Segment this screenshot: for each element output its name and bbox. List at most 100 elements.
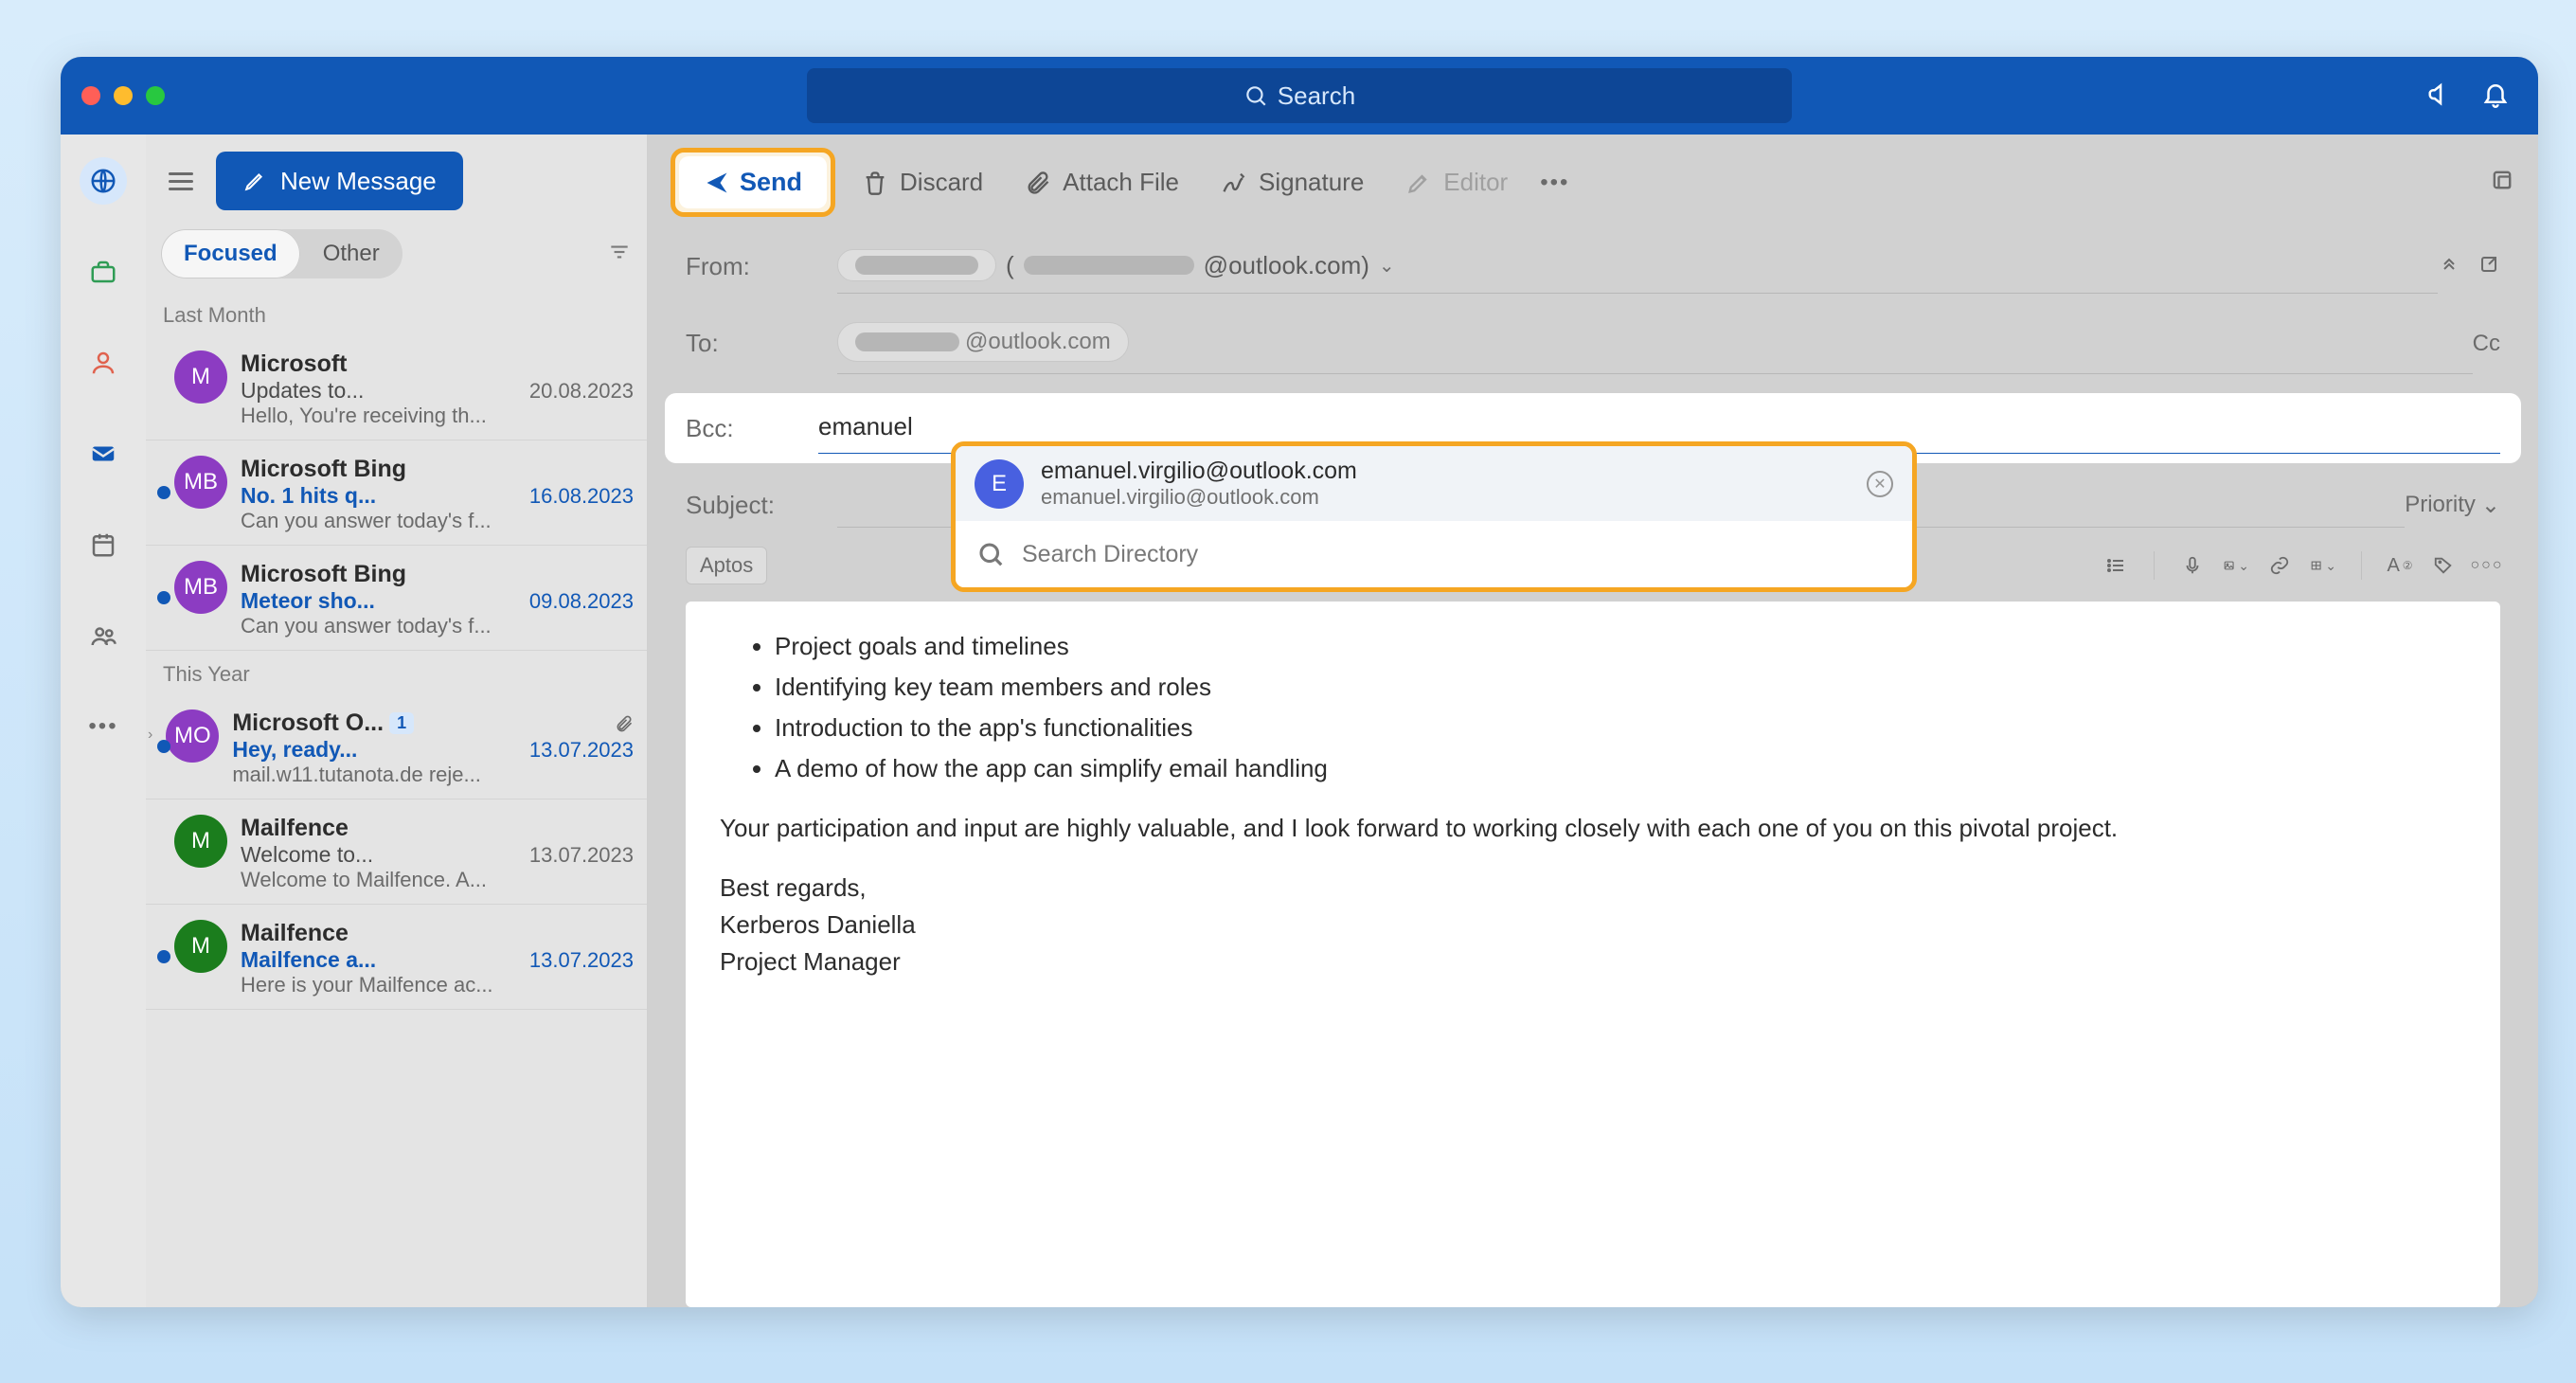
more-format-icon[interactable]: ○○○: [2474, 552, 2500, 579]
count-badge: 1: [389, 712, 414, 734]
mail-preview: Can you answer today's f...: [241, 509, 634, 533]
open-new-icon[interactable]: [2478, 253, 2500, 280]
chevron-right-icon[interactable]: ›: [148, 727, 152, 787]
from-domain: @outlook.com): [1204, 251, 1369, 280]
suggestion-email: emanuel.virgilio@outlook.com: [1041, 485, 1850, 510]
to-chip[interactable]: @outlook.com: [837, 322, 1129, 362]
tag-icon[interactable]: [2430, 552, 2457, 579]
mail-date: 16.08.2023: [529, 484, 634, 509]
group-header: Last Month: [146, 292, 647, 335]
text-style-icon[interactable]: A②: [2387, 552, 2413, 579]
avatar: MB: [174, 561, 227, 614]
mail-sender: Microsoft: [241, 350, 634, 378]
mail-preview: mail.w11.tutanota.de reje...: [232, 763, 634, 787]
send-button[interactable]: Send: [679, 156, 827, 208]
new-message-label: New Message: [280, 167, 437, 196]
redacted-text: [1024, 256, 1194, 275]
search-directory-button[interactable]: Search Directory: [956, 521, 1912, 587]
close-window-icon[interactable]: [81, 86, 100, 105]
send-icon: [704, 170, 730, 196]
rail-person-icon[interactable]: [80, 339, 127, 386]
image-icon[interactable]: ⌄: [2223, 552, 2249, 579]
maximize-window-icon[interactable]: [146, 86, 165, 105]
mail-item[interactable]: M Mailfence Mailfence a... 13.07.2023 He…: [146, 905, 647, 1010]
tab-other[interactable]: Other: [300, 229, 402, 278]
avatar: MB: [174, 456, 227, 509]
from-chip[interactable]: [837, 249, 996, 281]
collapse-icon[interactable]: [2438, 253, 2460, 280]
rail-mail-icon[interactable]: [80, 430, 127, 477]
avatar: M: [174, 920, 227, 973]
mail-date: 13.07.2023: [529, 843, 634, 868]
mail-sender: Microsoft Bing: [241, 456, 634, 483]
titlebar: Search: [61, 57, 2538, 135]
search-directory-label: Search Directory: [1022, 541, 1198, 568]
rail-people-icon[interactable]: [80, 612, 127, 659]
bullet-list: Project goals and timelines Identifying …: [720, 628, 2466, 787]
send-label: Send: [740, 168, 802, 197]
search-placeholder: Search: [1278, 81, 1355, 111]
tab-focused[interactable]: Focused: [161, 229, 300, 278]
editor-label: Editor: [1443, 168, 1508, 197]
chevron-down-icon[interactable]: ⌄: [1379, 254, 1395, 278]
list-icon[interactable]: [2102, 552, 2129, 579]
mail-subject: No. 1 hits q...: [241, 483, 376, 509]
mail-preview: Can you answer today's f...: [241, 614, 634, 638]
mail-item[interactable]: M Microsoft Updates to... 20.08.2023 Hel…: [146, 335, 647, 440]
to-label: To:: [686, 329, 837, 358]
signature-label: Signature: [1259, 168, 1364, 197]
mail-subject: Updates to...: [241, 378, 364, 404]
suggestion-item[interactable]: E emanuel.virgilio@outlook.com emanuel.v…: [956, 446, 1912, 521]
unread-dot-icon: [157, 591, 170, 604]
rail-briefcase-icon[interactable]: [80, 248, 127, 296]
group-header: This Year: [146, 651, 647, 694]
mail-sender: Mailfence: [241, 920, 634, 947]
editor-button[interactable]: Editor: [1390, 158, 1523, 207]
avatar: M: [174, 350, 227, 404]
window-controls: [81, 86, 165, 105]
compose-pane: Send Discard Attach File Signature: [648, 135, 2538, 1307]
unread-dot-icon: [157, 950, 170, 963]
mail-item[interactable]: › MO Microsoft O... 1 Hey, ready... 13.0…: [146, 694, 647, 799]
avatar: MO: [166, 709, 219, 763]
minimize-window-icon[interactable]: [114, 86, 133, 105]
rail-globe-icon[interactable]: [80, 157, 127, 205]
mail-item[interactable]: M Mailfence Welcome to... 13.07.2023 Wel…: [146, 799, 647, 905]
attach-button[interactable]: Attach File: [1010, 158, 1194, 207]
bell-icon[interactable]: [2481, 80, 2510, 113]
body-paragraph: Your participation and input are highly …: [720, 810, 2466, 847]
cc-link[interactable]: Cc: [2473, 331, 2500, 357]
popout-icon[interactable]: [2489, 181, 2515, 197]
font-selector[interactable]: Aptos: [686, 547, 767, 584]
mail-sender: Microsoft Bing: [241, 561, 634, 588]
rail-more-icon[interactable]: •••: [80, 703, 127, 750]
bcc-input[interactable]: [818, 412, 2500, 441]
mail-sender: Mailfence: [241, 815, 634, 842]
close-icon[interactable]: ✕: [1867, 471, 1893, 497]
priority-label: Priority: [2405, 492, 2476, 518]
new-message-button[interactable]: New Message: [216, 152, 463, 210]
hamburger-icon[interactable]: [161, 165, 201, 198]
toolbar-more-icon[interactable]: •••: [1540, 170, 1569, 196]
subject-label: Subject:: [686, 491, 837, 520]
mic-icon[interactable]: [2179, 552, 2206, 579]
signature-button[interactable]: Signature: [1206, 158, 1379, 207]
mail-item[interactable]: MB Microsoft Bing No. 1 hits q... 16.08.…: [146, 440, 647, 546]
megaphone-icon[interactable]: [2426, 80, 2455, 113]
priority-dropdown[interactable]: Priority ⌄: [2405, 492, 2500, 519]
inbox-tabs: Focused Other: [161, 229, 402, 278]
filter-icon[interactable]: [607, 240, 632, 269]
table-icon[interactable]: ⌄: [2310, 552, 2336, 579]
paperclip-icon: [1025, 170, 1051, 196]
rail-calendar-icon[interactable]: [80, 521, 127, 568]
discard-button[interactable]: Discard: [847, 158, 998, 207]
mail-subject: Welcome to...: [241, 842, 373, 868]
contact-suggestion-popup: E emanuel.virgilio@outlook.com emanuel.v…: [951, 441, 1917, 592]
email-body[interactable]: Project goals and timelines Identifying …: [686, 602, 2500, 1307]
search-bar[interactable]: Search: [807, 68, 1792, 123]
compose-toolbar: Send Discard Attach File Signature: [648, 135, 2538, 230]
mail-item[interactable]: MB Microsoft Bing Meteor sho... 09.08.20…: [146, 546, 647, 651]
search-icon: [1243, 83, 1268, 108]
link-icon[interactable]: [2266, 552, 2293, 579]
mail-list: Last Month M Microsoft Updates to... 20.…: [146, 292, 647, 1307]
